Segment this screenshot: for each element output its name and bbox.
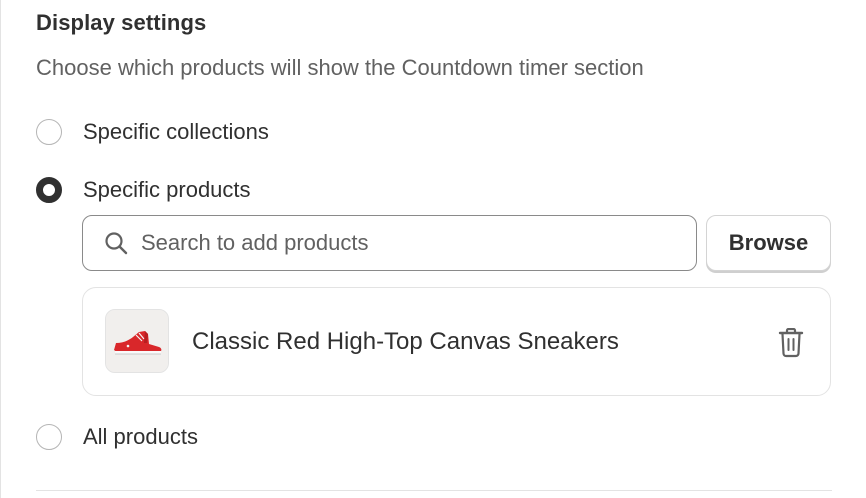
search-icon xyxy=(103,230,129,256)
product-search-field[interactable] xyxy=(82,215,697,271)
radio-button[interactable] xyxy=(36,424,62,450)
section-title: Display settings xyxy=(36,10,207,35)
radio-button[interactable] xyxy=(36,119,62,145)
option-label: All products xyxy=(83,424,198,449)
trash-icon[interactable] xyxy=(778,327,804,358)
option-label: Specific collections xyxy=(83,119,269,144)
option-specific-products[interactable]: Specific products xyxy=(36,177,251,203)
product-name: Classic Red High-Top Canvas Sneakers xyxy=(192,328,619,355)
selected-product-item: Classic Red High-Top Canvas Sneakers xyxy=(82,287,831,396)
section-divider xyxy=(36,490,832,491)
radio-button-selected[interactable] xyxy=(36,177,62,203)
option-all-products[interactable]: All products xyxy=(36,424,198,450)
product-thumbnail xyxy=(105,309,169,373)
search-input[interactable] xyxy=(139,229,663,257)
option-label: Specific products xyxy=(83,177,251,202)
option-specific-collections[interactable]: Specific collections xyxy=(36,119,269,145)
browse-button[interactable]: Browse xyxy=(706,215,831,271)
section-description: Choose which products will show the Coun… xyxy=(36,55,644,80)
panel-left-border xyxy=(0,0,1,498)
